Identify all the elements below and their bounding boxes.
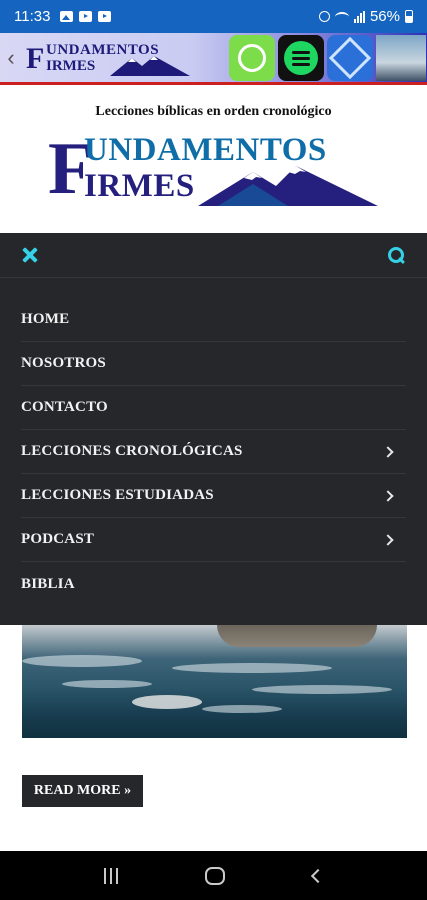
- logo-line2: IRMES: [84, 168, 195, 204]
- system-nav-bar: [0, 851, 427, 900]
- wave: [22, 655, 142, 667]
- menu-item-label: PODCAST: [21, 531, 95, 547]
- swimmer-figure: [132, 695, 202, 709]
- menu-item-lecciones-cronologicas[interactable]: LECCIONES CRONOLÓGICAS: [21, 430, 406, 474]
- banner-logo-initial: F: [26, 41, 45, 75]
- status-right: 56%: [318, 8, 413, 25]
- post-featured-image[interactable]: [22, 625, 407, 738]
- banner-logo-line2: IRMES: [46, 57, 96, 74]
- back-icon[interactable]: [311, 868, 326, 883]
- menu-item-label: CONTACTO: [21, 399, 108, 415]
- mountain-icon: [110, 55, 190, 76]
- alarm-icon: [318, 11, 330, 22]
- photo-thumbnail[interactable]: [376, 34, 426, 81]
- battery-percentage: 56%: [369, 8, 400, 25]
- status-bar: 11:33 56%: [0, 0, 427, 33]
- image-icon: [60, 11, 74, 22]
- read-more-button[interactable]: READ MORE »: [22, 775, 143, 807]
- battery-icon: [405, 10, 413, 23]
- menu-item-label: LECCIONES ESTUDIADAS: [21, 487, 214, 503]
- menu-item-label: NOSOTROS: [21, 355, 106, 371]
- menu-list: HOME NOSOTROS CONTACTO LECCIONES CRONOLÓ…: [0, 278, 427, 606]
- recent-apps-icon[interactable]: [103, 867, 118, 884]
- youtube-icon: [98, 11, 112, 22]
- chevron-right-icon[interactable]: [382, 533, 394, 546]
- wave: [172, 663, 332, 673]
- site-logo[interactable]: F UNDAMENTOS IRMES: [48, 130, 378, 214]
- chevron-right-icon[interactable]: [382, 489, 394, 502]
- wifi-icon: [334, 11, 349, 22]
- mobile-menu: HOME NOSOTROS CONTACTO LECCIONES CRONOLÓ…: [0, 233, 427, 625]
- chat-app-icon[interactable]: [229, 34, 275, 81]
- menu-item-label: LECCIONES CRONOLÓGICAS: [21, 443, 243, 459]
- wave: [252, 685, 392, 694]
- menu-item-contacto[interactable]: CONTACTO: [21, 386, 406, 430]
- chevron-right-icon[interactable]: [382, 445, 394, 458]
- menu-item-podcast[interactable]: PODCAST: [21, 518, 406, 562]
- search-icon[interactable]: [387, 246, 405, 264]
- mountain-icon: [198, 166, 378, 206]
- menu-item-home[interactable]: HOME: [21, 298, 406, 342]
- status-left: 11:33: [14, 8, 112, 25]
- menu-toolbar: [0, 233, 427, 278]
- menu-item-lecciones-estudiadas[interactable]: LECCIONES ESTUDIADAS: [21, 474, 406, 518]
- spotify-icon[interactable]: [278, 34, 324, 81]
- youtube-icon: [79, 11, 93, 22]
- banner-ad[interactable]: ‹ F UNDAMENTOS IRMES: [0, 33, 427, 85]
- close-icon[interactable]: [22, 247, 38, 263]
- banner-apps: [229, 34, 426, 81]
- site-header: Lecciones bíblicas en orden cronológico …: [0, 88, 427, 233]
- home-icon[interactable]: [205, 866, 226, 885]
- menu-item-label: HOME: [21, 311, 70, 327]
- signal-icon: [353, 10, 365, 23]
- menu-item-nosotros[interactable]: NOSOTROS: [21, 342, 406, 386]
- status-time: 11:33: [14, 8, 51, 25]
- logo-line1: UNDAMENTOS: [84, 132, 327, 168]
- menu-item-label: BIBLIA: [21, 575, 75, 592]
- site-tagline: Lecciones bíblicas en orden cronológico: [95, 104, 332, 119]
- banner-logo[interactable]: F UNDAMENTOS IRMES: [22, 36, 190, 80]
- wave: [202, 705, 282, 713]
- app-screen: 11:33 56% ‹ F UNDAMENTOS IRMES Lecciones…: [0, 0, 427, 900]
- wave: [62, 680, 152, 688]
- ark-shape: [217, 625, 377, 647]
- menu-item-biblia[interactable]: BIBLIA: [21, 562, 406, 606]
- cube-app-icon[interactable]: [327, 34, 373, 81]
- back-chevron-icon[interactable]: ‹: [0, 32, 22, 84]
